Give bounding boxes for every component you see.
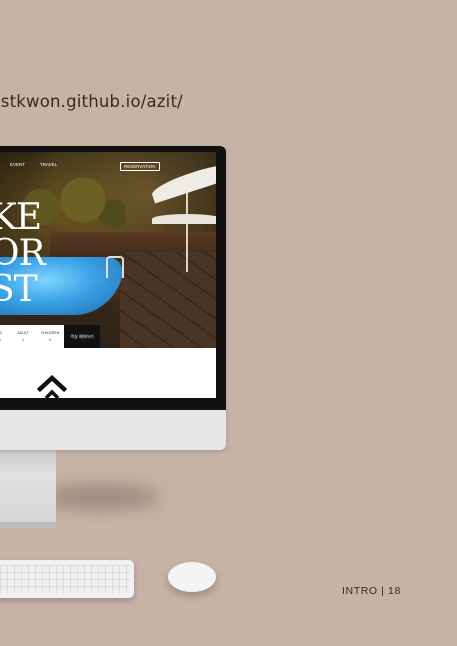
field-value: 0 bbox=[49, 338, 51, 342]
nav-item-travel[interactable]: TRAVEL bbox=[40, 162, 57, 167]
field-value: 1 bbox=[0, 338, 1, 342]
section-label: INTRO | 18 bbox=[342, 585, 401, 597]
monitor-stand bbox=[0, 448, 56, 528]
monitor-stand-foot bbox=[0, 522, 56, 528]
reservation-button[interactable]: RESERVATION bbox=[120, 162, 160, 171]
umbrella-small bbox=[152, 214, 216, 224]
field-label: ADULT bbox=[17, 331, 29, 335]
pool-ladder bbox=[106, 256, 124, 278]
field-value: 1 bbox=[22, 338, 24, 342]
website-screen: EVENT TRAVEL RESERVATION KE OR ST M 1 AD… bbox=[0, 152, 216, 398]
booking-field-children[interactable]: CHILDREN 0 bbox=[36, 325, 64, 348]
scroll-up-arrow-icon[interactable] bbox=[37, 374, 67, 398]
hero-text-line-1: KE bbox=[0, 197, 42, 238]
field-label: M bbox=[0, 331, 2, 335]
book-room-button[interactable]: 객실 예약하기 bbox=[64, 325, 100, 348]
mouse bbox=[168, 562, 216, 592]
url-caption: istkwon.github.io/azit/ bbox=[0, 92, 183, 111]
stone-deck bbox=[120, 252, 216, 348]
keyboard bbox=[0, 560, 134, 598]
nav-item-event[interactable]: EVENT bbox=[10, 162, 25, 167]
umbrella-pole bbox=[186, 192, 188, 272]
booking-field-room[interactable]: M 1 bbox=[0, 325, 10, 348]
stand-shadow bbox=[40, 484, 160, 510]
booking-field-adult[interactable]: ADULT 1 bbox=[10, 325, 36, 348]
field-label: CHILDREN bbox=[40, 331, 60, 335]
hero-text-line-3: ST bbox=[0, 269, 38, 310]
hero-image: EVENT TRAVEL RESERVATION KE OR ST M 1 AD… bbox=[0, 152, 216, 348]
keyboard-keys bbox=[0, 565, 130, 593]
hero-text-line-2: OR bbox=[0, 233, 46, 274]
